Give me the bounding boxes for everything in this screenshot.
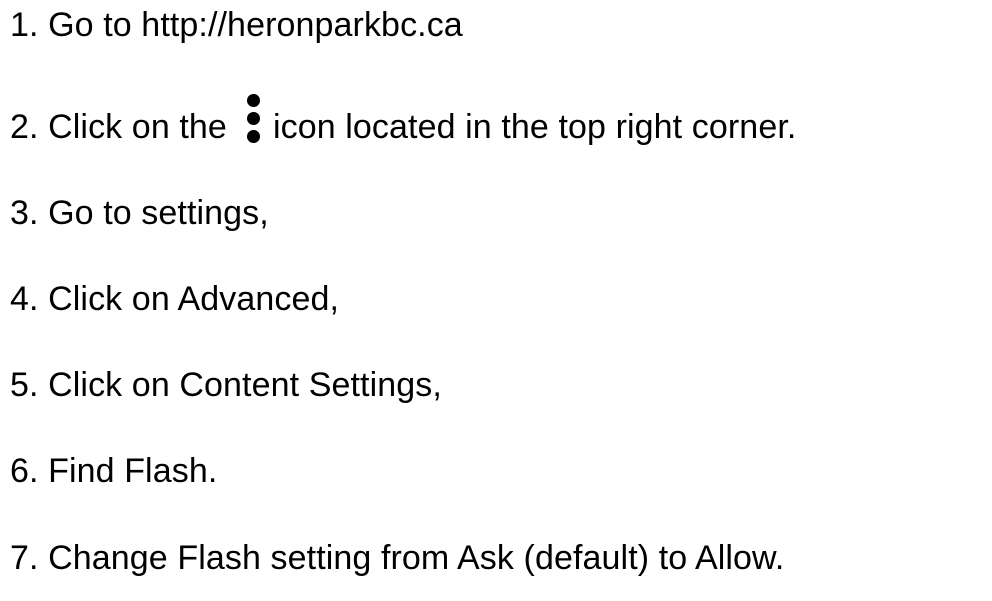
step-2-text-before: 2. Click on the [10, 108, 227, 146]
step-5: 5. Click on Content Settings, [10, 366, 442, 404]
step-7: 7. Change Flash setting from Ask (defaul… [10, 539, 785, 577]
menu-dot [246, 94, 260, 108]
step-2-text-after: icon located in the top right corner. [272, 108, 797, 146]
step-6: 6. Find Flash. [10, 452, 218, 490]
step-4: 4. Click on Advanced, [10, 280, 340, 318]
menu-dot [246, 112, 260, 126]
vertical-dots-menu-icon [239, 94, 269, 144]
step-3: 3. Go to settings, [10, 194, 269, 232]
step-2: 2. Click on the icon located in the top r… [10, 94, 797, 152]
step-1: 1. Go to http://heronparkbc.ca [10, 6, 463, 44]
instruction-list: 1. Go to http://heronparkbc.ca 2. Click … [0, 0, 992, 601]
menu-dot [246, 130, 260, 144]
